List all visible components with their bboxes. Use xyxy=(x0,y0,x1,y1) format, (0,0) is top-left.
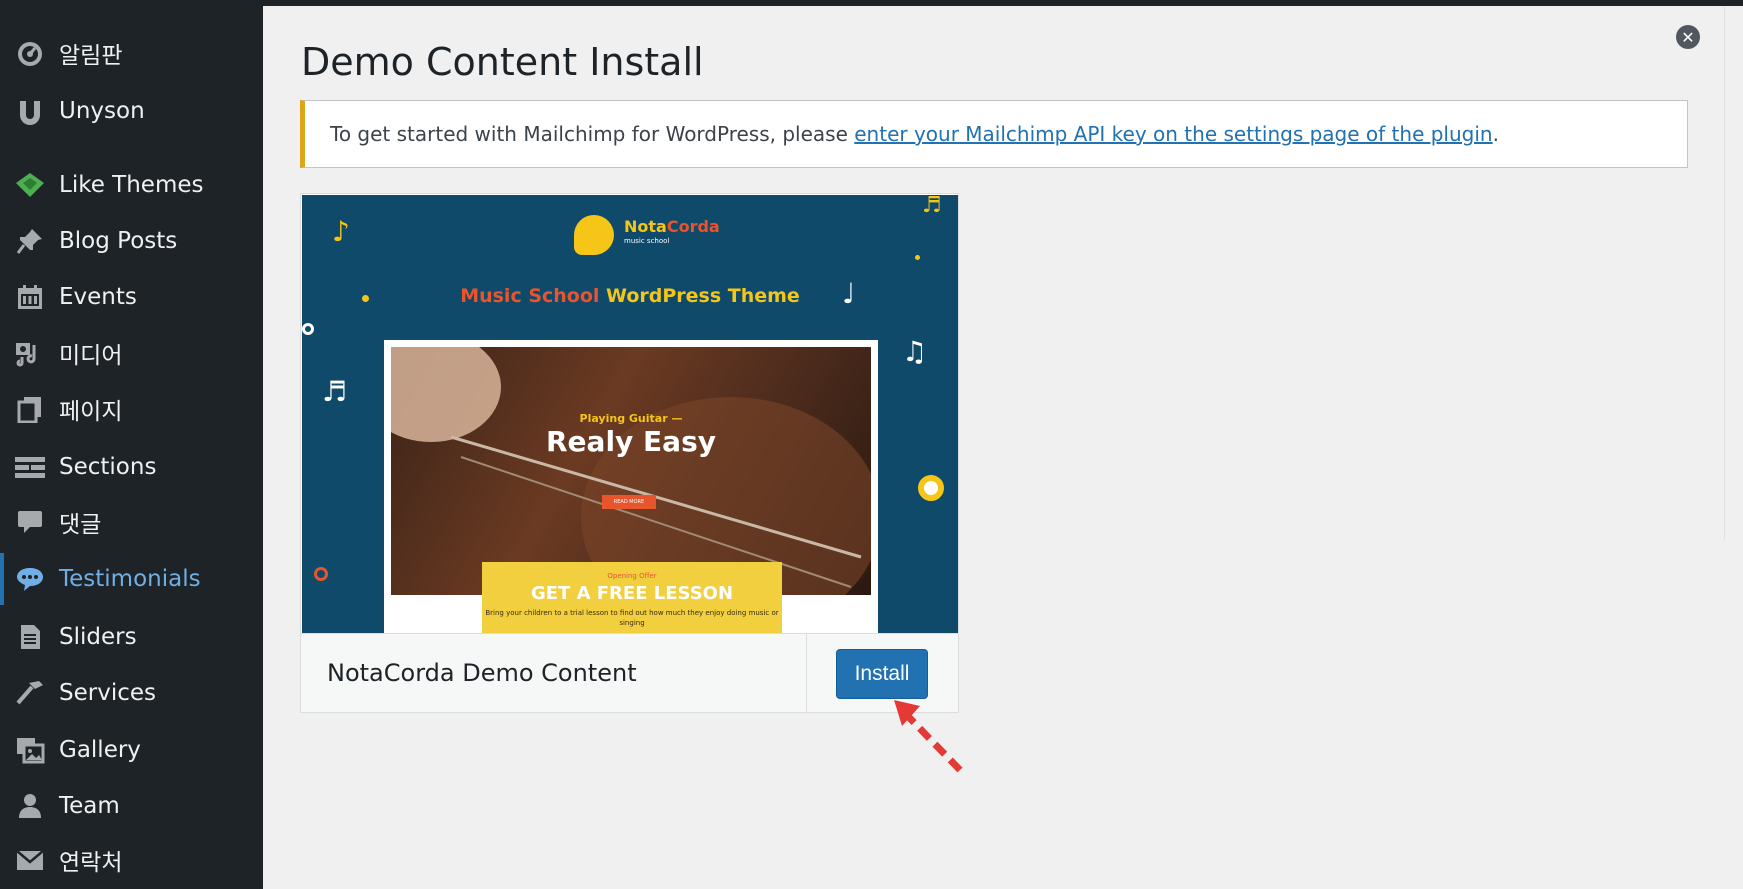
sidebar-item-label: Services xyxy=(59,680,156,706)
preview-logo: NotaCorda xyxy=(624,217,720,236)
notice-suffix: . xyxy=(1492,122,1499,146)
sidebar-item-label: Sliders xyxy=(59,624,137,650)
offer-subtitle: Opening Offer xyxy=(607,572,657,580)
page-title: Demo Content Install xyxy=(301,40,704,84)
offer-text: Bring your children to a trial lesson to… xyxy=(485,609,779,627)
preview-offer-box: Opening Offer GET A FREE LESSON Bring yo… xyxy=(482,562,782,633)
gallery-icon xyxy=(14,734,46,766)
sidebar-item-label: Gallery xyxy=(59,737,141,763)
hero-read-more: READ MORE xyxy=(602,495,656,509)
footer-divider xyxy=(806,634,807,712)
unyson-icon xyxy=(14,95,46,127)
admin-sidebar: 알림판 Unyson Like Themes Blog Posts Events… xyxy=(0,0,263,889)
confetti-dot xyxy=(915,255,920,260)
pin-icon xyxy=(14,225,46,257)
pointer-arrow-icon xyxy=(894,700,963,773)
cello-illustration xyxy=(391,347,871,595)
sidebar-item-label: Blog Posts xyxy=(59,228,178,254)
sidebar-item-gallery[interactable]: Gallery xyxy=(0,724,263,776)
sidebar-item-blog-posts[interactable]: Blog Posts xyxy=(0,215,263,267)
sidebar-item-label: 댓글 xyxy=(59,512,102,538)
logo-part-b: Corda xyxy=(666,217,720,236)
demo-card: ♪ ♩ ♫ ♬ ♬ NotaCorda music school Music S… xyxy=(300,193,959,713)
sidebar-item-team[interactable]: Team xyxy=(0,780,263,832)
demo-name: NotaCorda Demo Content xyxy=(327,659,637,687)
sidebar-item-label: 페이지 xyxy=(59,399,123,425)
sidebar-item-label: 알림판 xyxy=(59,43,123,69)
notice-text: To get started with Mailchimp for WordPr… xyxy=(330,122,1499,146)
comment-icon xyxy=(14,506,46,538)
sidebar-item-label: 연락처 xyxy=(59,850,123,876)
demo-preview-image: ♪ ♩ ♫ ♬ ♬ NotaCorda music school Music S… xyxy=(302,195,958,633)
preview-hero: Playing Guitar — Realy Easy READ MORE xyxy=(391,347,871,595)
sidebar-item-label: Like Themes xyxy=(59,172,204,198)
music-note-icon: ♪ xyxy=(332,215,350,248)
sidebar-item-events[interactable]: Events xyxy=(0,271,263,323)
confetti-ring xyxy=(314,567,328,581)
testimonial-icon xyxy=(14,563,46,595)
hammer-icon xyxy=(14,677,46,709)
dashboard-icon xyxy=(14,37,46,69)
headline-part-b: WordPress Theme xyxy=(599,285,800,307)
confetti-ring xyxy=(918,475,944,501)
sidebar-item-like-themes[interactable]: Like Themes xyxy=(0,159,263,211)
sidebar-item-services[interactable]: Services xyxy=(0,667,263,719)
preview-headline: Music School WordPress Theme xyxy=(302,285,958,307)
music-note-icon: ♫ xyxy=(902,335,928,368)
sidebar-item-pages[interactable]: 페이지 xyxy=(0,383,263,435)
mailchimp-notice: To get started with Mailchimp for WordPr… xyxy=(300,100,1688,168)
sidebar-item-comments[interactable]: 댓글 xyxy=(0,496,263,548)
hero-subtitle: Playing Guitar — xyxy=(579,412,683,425)
offer-title: GET A FREE LESSON xyxy=(530,583,734,604)
scrollbar[interactable] xyxy=(1724,6,1743,540)
sections-icon xyxy=(14,451,46,483)
close-icon[interactable]: ✕ xyxy=(1676,25,1700,49)
demo-card-footer: NotaCorda Demo Content Install xyxy=(301,633,958,712)
sidebar-item-testimonials[interactable]: Testimonials xyxy=(0,553,263,605)
like-themes-icon xyxy=(14,169,46,201)
sidebar-item-label: Testimonials xyxy=(59,566,201,592)
pages-icon xyxy=(14,393,46,425)
sidebar-item-sections[interactable]: Sections xyxy=(0,441,263,493)
music-note-icon: ♬ xyxy=(922,195,942,218)
media-icon xyxy=(14,337,46,369)
music-note-icon: ♬ xyxy=(322,375,348,408)
notacorda-logo-icon xyxy=(574,215,614,255)
sidebar-item-media[interactable]: 미디어 xyxy=(0,327,263,379)
document-icon xyxy=(14,621,46,653)
sidebar-item-contact[interactable]: 연락처 xyxy=(0,834,263,886)
sidebar-item-sliders[interactable]: Sliders xyxy=(0,611,263,663)
hero-title: Realy Easy xyxy=(546,425,716,458)
sidebar-item-label: Unyson xyxy=(59,98,145,124)
preview-logo-sub: music school xyxy=(624,237,670,245)
sidebar-item-label: Sections xyxy=(59,454,157,480)
user-icon xyxy=(14,790,46,822)
sidebar-item-label: Events xyxy=(59,284,137,310)
mail-icon xyxy=(14,844,46,876)
headline-part-a: Music School xyxy=(460,285,600,307)
logo-part-a: Nota xyxy=(624,217,667,236)
sidebar-item-label: 미디어 xyxy=(59,343,123,369)
sidebar-item-label: Team xyxy=(59,793,120,819)
notice-prefix: To get started with Mailchimp for WordPr… xyxy=(330,122,855,146)
confetti-ring xyxy=(302,323,314,335)
sidebar-item-unyson[interactable]: Unyson xyxy=(0,85,263,137)
calendar-icon xyxy=(14,281,46,313)
sidebar-item-dashboard[interactable]: 알림판 xyxy=(0,27,263,79)
mailchimp-settings-link[interactable]: enter your Mailchimp API key on the sett… xyxy=(854,122,1492,146)
